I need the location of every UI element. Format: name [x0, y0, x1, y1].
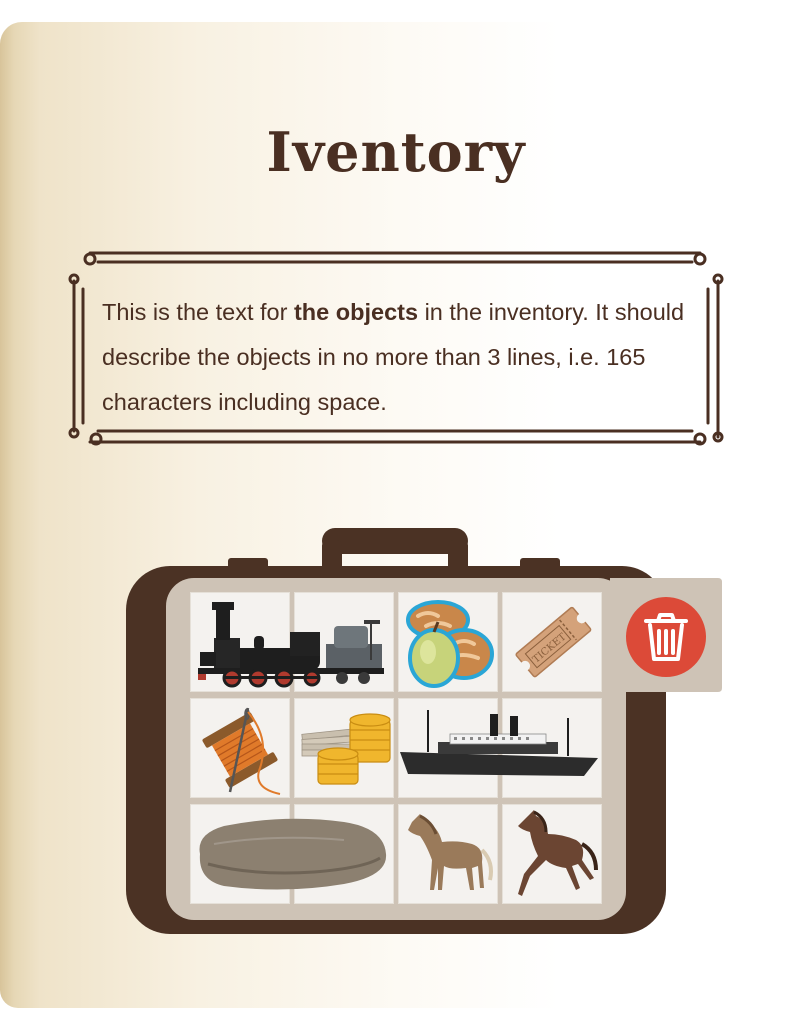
- inventory-grid: TICKET: [190, 592, 602, 910]
- slot-3[interactable]: [398, 592, 498, 692]
- ticket-icon[interactable]: TICKET: [502, 592, 602, 692]
- steamship-icon[interactable]: [398, 708, 602, 788]
- thread-spool-and-needle-icon[interactable]: [190, 698, 290, 798]
- bread-and-apple-icon[interactable]: [398, 592, 498, 692]
- money-stack-and-coins-icon[interactable]: [294, 698, 394, 798]
- page-title: Iventory: [266, 120, 526, 184]
- description-text-start: This is the text for: [102, 299, 294, 325]
- slot-5[interactable]: [190, 698, 290, 798]
- description-text-bold: the objects: [293, 299, 419, 325]
- horse-dark-brown-icon[interactable]: [502, 804, 602, 904]
- slot-4[interactable]: TICKET: [502, 592, 602, 692]
- horse-light-brown-icon[interactable]: [398, 804, 498, 904]
- trash-icon[interactable]: [624, 597, 708, 681]
- inventory-description: This is the text for the objects in the …: [102, 290, 702, 425]
- cloth-sack-icon[interactable]: [194, 814, 390, 896]
- locomotive-icon[interactable]: [194, 600, 390, 692]
- slot-11[interactable]: [398, 804, 498, 904]
- slot-6[interactable]: [294, 698, 394, 798]
- slot-12[interactable]: [502, 804, 602, 904]
